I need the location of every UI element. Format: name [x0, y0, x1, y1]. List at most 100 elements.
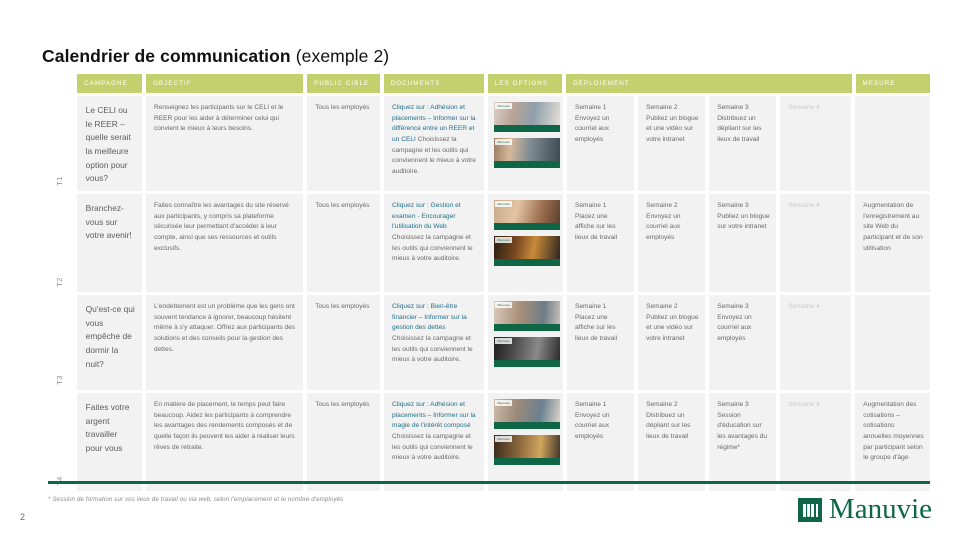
thumbnail-logo-badge: Manuvie: [495, 436, 513, 442]
thumbnail-green-bar: [494, 125, 561, 132]
option-thumbnail[interactable]: Manuvie: [494, 138, 561, 168]
cell-documents[interactable]: Cliquez sur : Adhésion et placements – I…: [384, 96, 485, 191]
documents-prefix: Cliquez sur :: [392, 401, 431, 408]
cell-campagne: Faites votre argent travailler pour vous: [76, 393, 142, 491]
page-title: Calendrier de communication (exemple 2): [42, 46, 389, 67]
cell-week4: Semaine 4: [780, 393, 852, 491]
table-row: T1 Le CELI ou le REER – quelle serait la …: [48, 96, 930, 191]
cell-week3: Semaine 3 Session d'éducation sur les av…: [709, 393, 777, 491]
cell-public-cible: Tous les employés: [307, 295, 381, 390]
cell-objectif: L'endettement est un problème que les ge…: [145, 295, 304, 390]
cell-mesure: Augmentation de l'enregistrement au site…: [855, 194, 930, 292]
footnote: * Session de formation sur vos lieux de …: [48, 496, 344, 503]
page-title-main: Calendrier de communication: [42, 46, 291, 66]
manuvie-logo: Manuvie: [797, 493, 932, 525]
cell-week2: Semaine 2 Envoyez un courriel aux employ…: [638, 194, 706, 292]
cell-campagne: Le CELI ou le REER – quelle serait la me…: [76, 96, 142, 191]
communication-calendar-table: CAMPAGNE OBJECTIF PUBLIC CIBLE DOCUMENTS…: [48, 74, 930, 494]
table-row: T4Faites votre argent travailler pour vo…: [48, 393, 930, 491]
cell-public-cible: Tous les employés: [307, 194, 381, 292]
thumbnail-logo-badge: Manuvie: [495, 338, 513, 344]
thumbnail-logo-badge: Manuvie: [495, 302, 513, 308]
row-quarter-label: T1: [48, 96, 73, 191]
cell-objectif: Faites connaître les avantages du site r…: [145, 194, 304, 292]
documents-instruction: Choisissez la campagne et les outils qui…: [392, 433, 473, 462]
quarter-text: T2: [55, 277, 65, 287]
cell-campagne: Branchez-vous sur votre avenir!: [76, 194, 142, 292]
cell-les-options: Manuvie Manuvie: [488, 96, 563, 191]
page-number: 2: [20, 512, 26, 522]
cell-week3: Semaine 3 Envoyez un courriel aux employ…: [709, 295, 777, 390]
cell-public-cible: Tous les employés: [307, 393, 381, 491]
thumbnail-logo-badge: Manuvie: [495, 237, 513, 243]
cell-week1: Semaine 1 Envoyez un courriel aux employ…: [566, 393, 635, 491]
thumbnail-logo-badge: Manuvie: [495, 400, 513, 406]
page-title-sub: (exemple 2): [295, 46, 390, 66]
cell-week1: Semaine 1 Placez une affiche sur les lie…: [566, 194, 635, 292]
logo-wordmark: Manuvie: [828, 493, 932, 525]
thumbnail-logo-badge: Manuvie: [495, 201, 513, 207]
thumbnail-green-bar: [494, 223, 561, 230]
table-row: T3 Qu'est-ce qui vous empêche de dormir l…: [48, 295, 930, 390]
cell-objectif: En matière de placement, le temps peut f…: [145, 393, 304, 491]
documents-instruction: Choisissez la campagne et les outils qui…: [392, 234, 473, 263]
cell-documents[interactable]: Cliquez sur : Adhésion et placements – I…: [384, 393, 485, 491]
cell-les-options: Manuvie Manuvie: [488, 393, 563, 491]
cell-les-options: Manuvie Manuvie: [488, 194, 563, 292]
column-header-objectif: OBJECTIF: [146, 74, 304, 93]
thumbnail-green-bar: [494, 161, 561, 168]
table-header-row: CAMPAGNE OBJECTIF PUBLIC CIBLE DOCUMENTS…: [48, 74, 930, 93]
slide-canvas: Calendrier de communication (exemple 2) …: [0, 0, 960, 540]
option-thumbnail[interactable]: Manuvie: [494, 435, 561, 465]
cell-week2: Semaine 2 Publiez un blogue et une vidéo…: [638, 96, 706, 191]
column-header-deploiement: DÉPLOIEMENT: [566, 74, 852, 93]
cell-week3: Semaine 3 Distribuez un dépliant sur les…: [709, 96, 777, 191]
option-thumbnail[interactable]: Manuvie: [494, 102, 561, 132]
table-body: T1 Le CELI ou le REER – quelle serait la …: [48, 96, 930, 491]
cell-week4: Semaine 4: [780, 295, 852, 390]
row-quarter-label: T3: [48, 295, 73, 390]
column-header-public-cible: PUBLIC CIBLE: [307, 74, 380, 93]
table-row: T2 Branchez-vous sur votre avenir! Faites …: [48, 194, 930, 292]
thumbnail-logo-badge: Manuvie: [495, 139, 513, 145]
cell-documents[interactable]: Cliquez sur : Gestion et examen - Encour…: [384, 194, 485, 292]
cell-mesure: [855, 295, 930, 390]
cell-public-cible: Tous les employés: [307, 96, 381, 191]
cell-week3: Semaine 3 Publiez un blogue sur votre in…: [709, 194, 777, 292]
column-header-les-options: LES OPTIONS: [487, 74, 563, 93]
cell-mesure: [855, 96, 930, 191]
thumbnail-logo-badge: Manuvie: [495, 103, 513, 109]
documents-prefix: Cliquez sur :: [392, 303, 431, 310]
thumbnail-green-bar: [494, 259, 561, 266]
cell-week1: Semaine 1 Placez une affiche sur les lie…: [566, 295, 635, 390]
documents-instruction: Choisissez la campagne et les outils qui…: [392, 335, 473, 364]
documents-prefix: Cliquez sur :: [392, 202, 431, 209]
cell-campagne: Qu'est-ce qui vous empêche de dormir la …: [76, 295, 142, 390]
option-thumbnail[interactable]: Manuvie: [494, 337, 561, 367]
thumbnail-green-bar: [494, 360, 561, 367]
quarter-text: T1: [55, 176, 65, 186]
manulife-block-icon: [797, 497, 822, 522]
cell-objectif: Renseignez les participants sur le CELI …: [145, 96, 304, 191]
thumbnail-green-bar: [494, 458, 561, 465]
cell-week2: Semaine 2 Distribuez un dépliant sur les…: [638, 393, 706, 491]
option-thumbnail[interactable]: Manuvie: [494, 399, 561, 429]
quarter-text: T3: [55, 375, 65, 385]
documents-prefix: Cliquez sur :: [392, 104, 431, 111]
cell-week4: Semaine 4: [780, 194, 852, 292]
option-thumbnail[interactable]: Manuvie: [494, 236, 561, 266]
column-header-mesure: MESURE: [855, 74, 930, 93]
option-thumbnail[interactable]: Manuvie: [494, 200, 561, 230]
cell-les-options: Manuvie Manuvie: [488, 295, 563, 390]
option-thumbnail[interactable]: Manuvie: [494, 301, 561, 331]
cell-week1: Semaine 1 Envoyez un courriel aux employ…: [566, 96, 635, 191]
cell-documents[interactable]: Cliquez sur : Bien-être financier – Info…: [384, 295, 485, 390]
cell-week2: Semaine 2 Publiez un blogue et une vidéo…: [638, 295, 706, 390]
column-header-quarter: [48, 74, 73, 93]
thumbnail-green-bar: [494, 422, 561, 429]
thumbnail-green-bar: [494, 324, 561, 331]
row-quarter-label: T4: [48, 393, 73, 491]
column-header-documents: DOCUMENTS: [383, 74, 484, 93]
footer-divider: [48, 481, 930, 484]
cell-week4: Semaine 4: [780, 96, 852, 191]
